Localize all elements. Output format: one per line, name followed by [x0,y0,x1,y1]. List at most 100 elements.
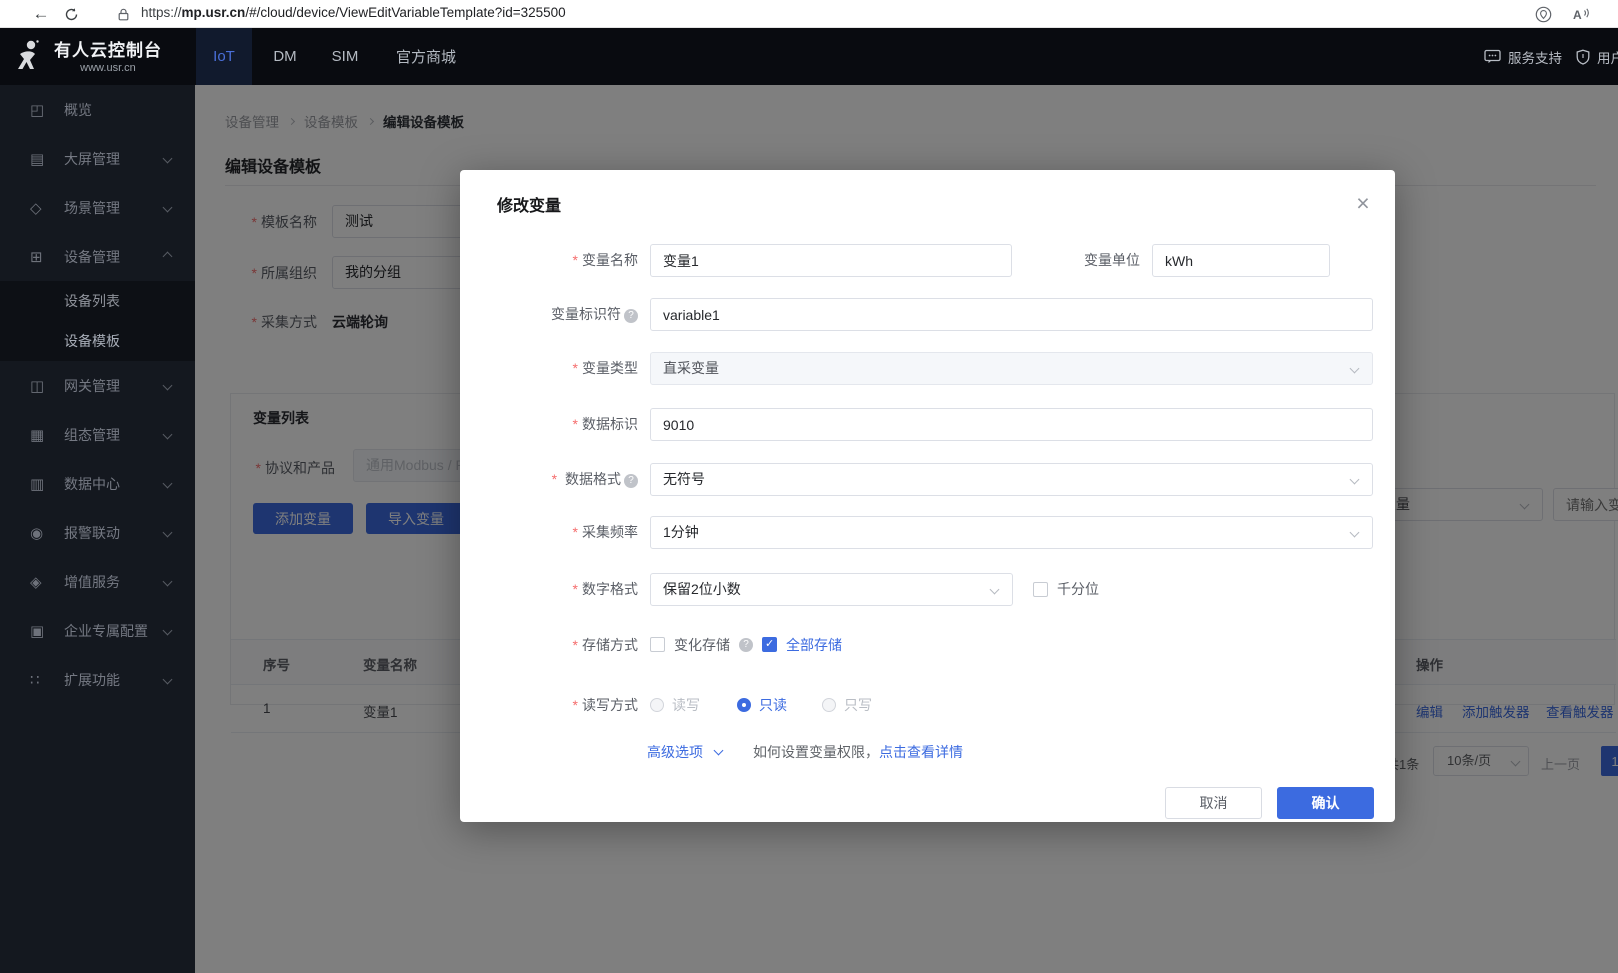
enterprise-icon: ▣ [30,622,50,640]
bigscreen-icon: ▤ [30,150,50,168]
data-format-select[interactable]: 无符号 [650,463,1373,496]
chevron-down-icon [1350,475,1360,485]
chevron-down-icon [163,154,173,164]
refresh-icon[interactable] [60,3,82,25]
edit-variable-modal: 修改变量 × 变量名称 变量单位 变量标识符 变量类型 直采变量 数据标识 数据… [460,170,1395,822]
sidebar-item-bigscreen[interactable]: ▤ 大屏管理 [0,134,195,183]
variable-name-label: 变量名称 [460,244,638,277]
top-nav: 有人云控制台 www.usr.cn IoT DM SIM 官方商城 服务支持 用… [0,28,1618,85]
address-bar[interactable]: https://mp.usr.cn/#/cloud/device/ViewEdi… [141,5,566,20]
variable-identifier-label: 变量标识符 [460,298,638,331]
readwrite-radio[interactable] [650,698,664,712]
sidebar-item-scene[interactable]: ◇ 场景管理 [0,183,195,232]
chevron-down-icon [163,203,173,213]
chevron-down-icon [713,746,723,756]
variable-unit-label: 变量单位 [1040,244,1140,277]
collect-frequency-select[interactable]: 1分钟 [650,516,1373,549]
writeonly-option-label: 只写 [844,695,872,715]
svg-text:A: A [1573,8,1582,22]
readonly-option-label: 只读 [759,695,787,715]
storage-change-label: 变化存储 [674,635,730,655]
permission-hint: 如何设置变量权限，点击查看详情 [753,742,963,762]
sidebar-nav: ◰ 概览 ▤ 大屏管理 ◇ 场景管理 ⊞ 设备管理 设备列表 设备模板 ◫ 网关… [0,85,195,973]
variable-name-input[interactable] [650,244,1012,277]
chevron-down-icon [163,381,173,391]
user-menu[interactable]: 用户 [1576,28,1618,85]
variable-type-select[interactable]: 直采变量 [650,352,1373,385]
read-aloud-icon[interactable]: A [1570,3,1592,25]
tab-iot[interactable]: IoT [196,28,252,85]
url-host: mp.usr.cn [182,5,246,20]
logo-title: 有人云控制台 [54,41,162,61]
back-icon[interactable]: ← [30,3,52,25]
sidebar-item-device[interactable]: ⊞ 设备管理 [0,232,195,281]
scene-icon: ◇ [30,199,50,217]
datacenter-icon: ▥ [30,475,50,493]
readonly-radio[interactable] [737,698,751,712]
tab-sim[interactable]: SIM [320,28,370,85]
tab-official-mall[interactable]: 官方商城 [384,28,468,85]
chevron-up-icon [163,252,173,262]
chevron-down-icon [163,675,173,685]
help-icon[interactable] [624,474,638,488]
location-permission-icon[interactable] [1532,3,1554,25]
modal-title: 修改变量 [497,192,561,216]
chevron-down-icon [163,430,173,440]
sidebar-item-alarm[interactable]: ◉ 报警联动 [0,508,195,557]
number-format-label: 数字格式 [460,573,638,606]
sidebar-submenu: 设备列表 设备模板 [0,281,195,361]
overview-icon: ◰ [30,101,50,119]
thousands-checkbox[interactable] [1033,582,1048,597]
extension-icon: ∷ [30,671,50,689]
logo-text: 有人云控制台 www.usr.cn [54,41,162,74]
scada-icon: ▦ [30,426,50,444]
help-icon[interactable] [739,638,753,652]
close-icon[interactable]: × [1350,190,1376,216]
usr-cloud-logo[interactable]: 有人云控制台 www.usr.cn [14,35,195,79]
sidebar-item-device-list[interactable]: 设备列表 [0,281,195,321]
usr-person-icon [14,38,44,77]
sidebar-item-enterprise[interactable]: ▣ 企业专属配置 [0,606,195,655]
thousands-label: 千分位 [1057,573,1099,606]
sidebar-item-gateway[interactable]: ◫ 网关管理 [0,361,195,410]
readwrite-option-label: 读写 [672,695,700,715]
storage-all-label: 全部存储 [786,635,842,655]
service-support[interactable]: 服务支持 [1484,28,1562,85]
tab-dm[interactable]: DM [262,28,308,85]
variable-unit-input[interactable] [1152,244,1330,277]
help-icon[interactable] [624,309,638,323]
user-label: 用户 [1597,47,1618,67]
chevron-down-icon [163,626,173,636]
writeonly-radio[interactable] [822,698,836,712]
device-icon: ⊞ [30,248,50,266]
url-scheme: https:// [141,5,182,20]
shield-icon [1576,49,1590,65]
confirm-button[interactable]: 确认 [1277,787,1374,819]
alarm-icon: ◉ [30,524,50,542]
readwrite-label: 读写方式 [460,695,638,715]
vas-icon: ◈ [30,573,50,591]
number-format-select[interactable]: 保留2位小数 [650,573,1013,606]
sidebar-item-scada[interactable]: ▦ 组态管理 [0,410,195,459]
chevron-down-icon [990,585,1000,595]
view-details-link[interactable]: 点击查看详情 [879,744,963,760]
storage-change-checkbox[interactable] [650,637,665,652]
advanced-options-toggle[interactable]: 高级选项 [647,742,722,762]
sidebar-item-device-template[interactable]: 设备模板 [0,321,195,361]
storage-all-checkbox[interactable] [762,637,777,652]
sidebar-item-vas[interactable]: ◈ 增值服务 [0,557,195,606]
sidebar-item-datacenter[interactable]: ▥ 数据中心 [0,459,195,508]
data-id-input[interactable] [650,408,1373,441]
variable-type-label: 变量类型 [460,352,638,385]
browser-bar: ← https://mp.usr.cn/#/cloud/device/ViewE… [0,0,1618,28]
url-path: /#/cloud/device/ViewEditVariableTemplate… [245,5,565,20]
sidebar-item-extension[interactable]: ∷ 扩展功能 [0,655,195,704]
collect-frequency-label: 采集频率 [460,516,638,549]
chevron-down-icon [1350,364,1360,374]
sidebar-item-overview[interactable]: ◰ 概览 [0,85,195,134]
chevron-down-icon [163,479,173,489]
cancel-button[interactable]: 取消 [1165,787,1262,819]
data-format-label: 数据格式 [460,463,638,496]
variable-identifier-input[interactable] [650,298,1373,331]
logo-subtitle: www.usr.cn [54,62,162,74]
